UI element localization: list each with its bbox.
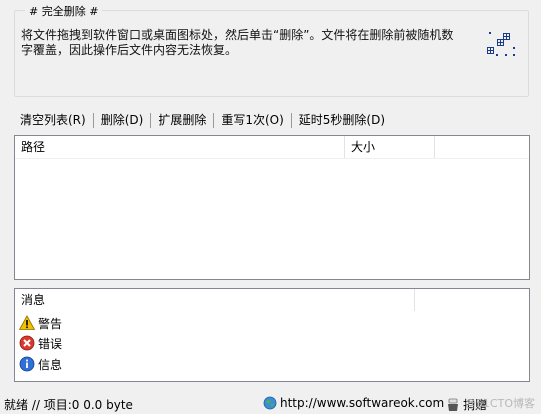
file-list-header: 路径 大小 bbox=[15, 136, 529, 159]
column-path[interactable]: 路径 bbox=[15, 136, 345, 158]
overwrite-once-button[interactable]: 重写1次(O) bbox=[214, 111, 290, 129]
watermark: @51CTO博客 bbox=[464, 397, 535, 410]
drop-instructions: 将文件拖拽到软件窗口或桌面图标处，然后单击“删除”。文件将在删除前被随机数字覆盖… bbox=[21, 28, 454, 57]
status-bar: 就绪 // 项目:0 0.0 byte http://www.softwareo… bbox=[0, 392, 541, 414]
message-item-info[interactable]: 信息 bbox=[19, 355, 62, 373]
file-list[interactable]: 路径 大小 bbox=[14, 135, 530, 280]
website-link[interactable]: http://www.softwareok.com bbox=[263, 396, 444, 410]
message-list-header: 消息 bbox=[15, 289, 529, 311]
message-label: 警告 bbox=[38, 316, 63, 331]
message-label: 信息 bbox=[38, 357, 63, 372]
delayed-delete-button[interactable]: 延时5秒删除(D) bbox=[292, 111, 392, 129]
clear-list-button[interactable]: 清空列表(R) bbox=[14, 111, 93, 129]
website-url[interactable]: http://www.softwareok.com bbox=[280, 396, 444, 410]
warning-icon bbox=[19, 315, 35, 330]
toolbar: 清空列表(R) 删除(D) 扩展删除 重写1次(O) 延时5秒删除(D) bbox=[14, 110, 392, 130]
delete-info-group: # 完全删除 # 将文件拖拽到软件窗口或桌面图标处，然后单击“删除”。文件将在删… bbox=[14, 5, 529, 97]
error-icon bbox=[19, 335, 35, 351]
message-item-error[interactable]: 错误 bbox=[19, 334, 62, 352]
message-list[interactable]: 消息 警告 错误 信息 bbox=[14, 288, 530, 382]
column-size[interactable]: 大小 bbox=[345, 136, 435, 158]
delete-button[interactable]: 删除(D) bbox=[94, 111, 151, 129]
group-title: # 完全删除 # bbox=[25, 5, 103, 18]
status-text: 就绪 // 项目:0 0.0 byte bbox=[4, 398, 133, 412]
column-message[interactable]: 消息 bbox=[15, 289, 415, 311]
globe-icon bbox=[263, 396, 277, 410]
donate-icon bbox=[448, 398, 458, 411]
message-label: 错误 bbox=[38, 336, 63, 351]
extended-delete-button[interactable]: 扩展删除 bbox=[151, 111, 213, 129]
message-item-warning[interactable]: 警告 bbox=[19, 314, 62, 332]
drop-target-icon[interactable] bbox=[483, 27, 517, 61]
info-icon bbox=[19, 356, 35, 372]
